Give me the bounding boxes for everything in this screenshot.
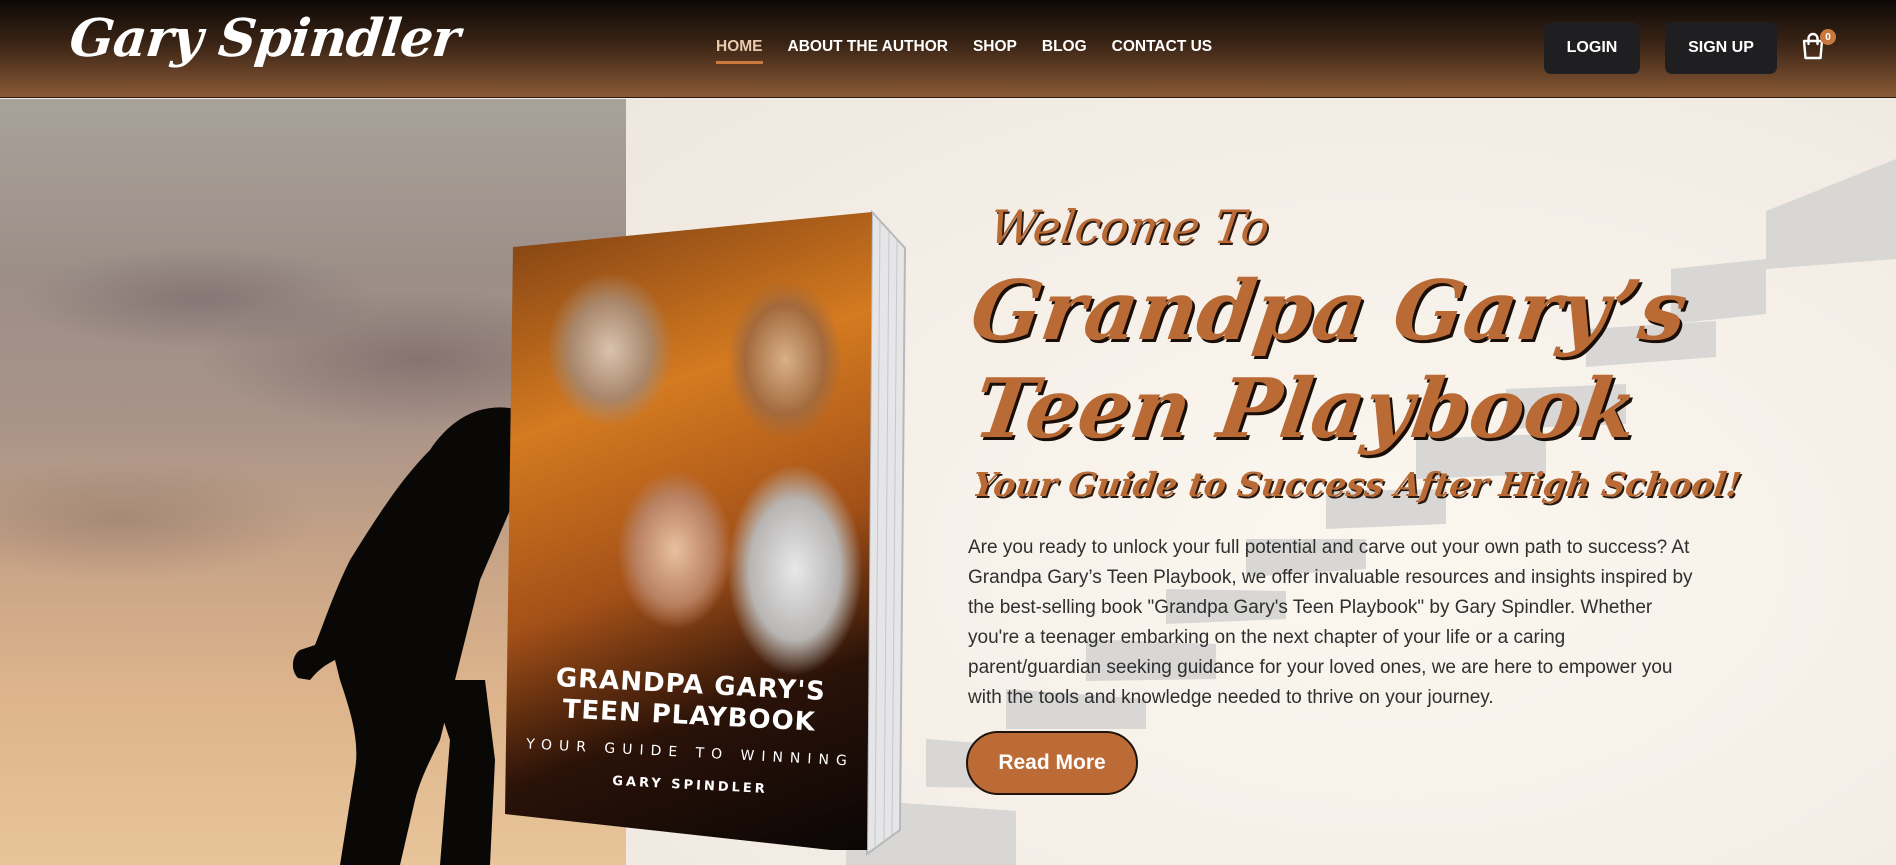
site-header: Gary Spindler HOME ABOUT THE AUTHOR SHOP… [0, 0, 1896, 98]
hero-title-line-1: Grandpa Gary’s [965, 263, 1693, 359]
main-nav: HOME ABOUT THE AUTHOR SHOP BLOG CONTACT … [716, 38, 1212, 64]
site-logo[interactable]: Gary Spindler [67, 8, 462, 69]
signup-button[interactable]: SIGN UP [1665, 22, 1777, 74]
cart-button[interactable]: 0 [1800, 29, 1836, 64]
book-cover-image: GRANDPA GARY'S TEEN PLAYBOOK YOUR GUIDE … [505, 210, 915, 860]
welcome-heading: Welcome To [986, 200, 1273, 254]
login-button[interactable]: LOGIN [1544, 22, 1640, 74]
nav-about-author[interactable]: ABOUT THE AUTHOR [788, 38, 948, 64]
nav-blog[interactable]: BLOG [1042, 38, 1087, 64]
hero-title-line-2: Teen Playbook [968, 361, 1643, 457]
read-more-button[interactable]: Read More [966, 731, 1138, 795]
nav-shop[interactable]: SHOP [973, 38, 1017, 64]
cart-count-badge: 0 [1820, 29, 1836, 45]
nav-home[interactable]: HOME [716, 38, 763, 64]
hero-description: Are you ready to unlock your full potent… [968, 537, 1693, 708]
hero-tagline: Your Guide to Success After High School! [970, 465, 1744, 504]
nav-contact-us[interactable]: CONTACT US [1112, 38, 1212, 64]
figure-silhouette [292, 407, 530, 865]
